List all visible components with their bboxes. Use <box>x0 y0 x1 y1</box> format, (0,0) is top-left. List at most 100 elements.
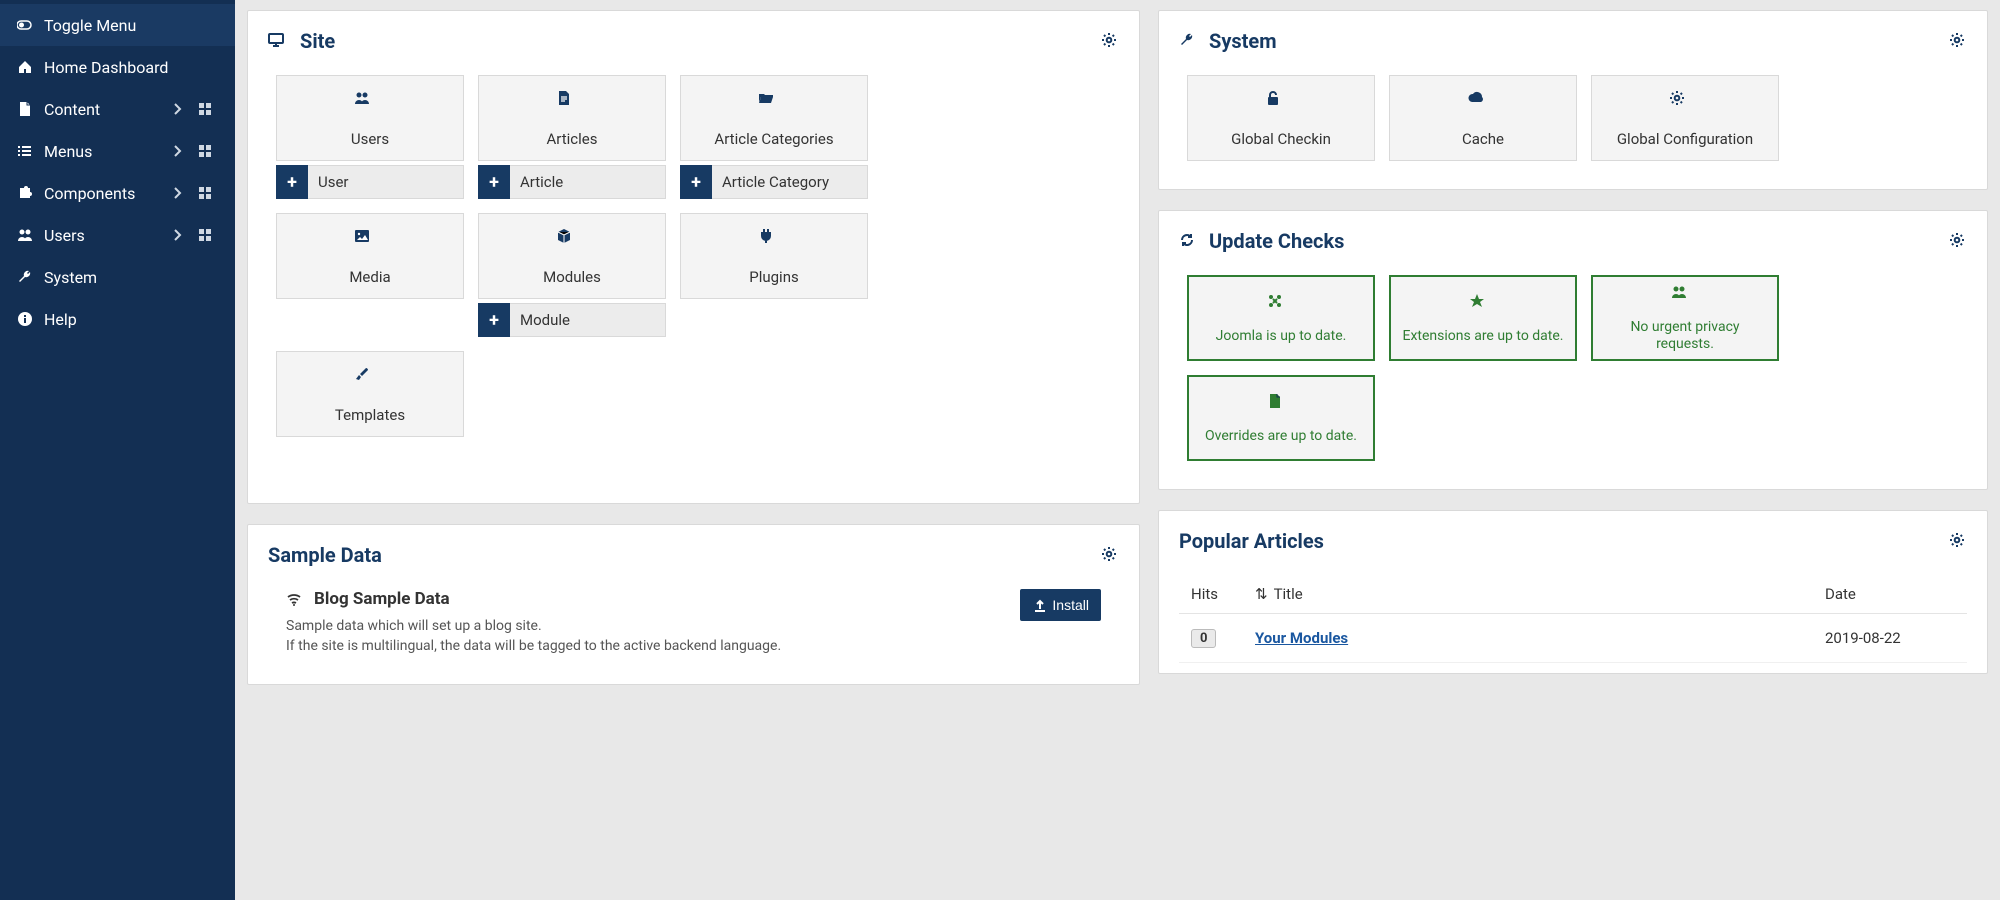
tile-article-categories[interactable]: Article Categories <box>680 75 868 161</box>
star-icon <box>1469 292 1497 322</box>
update-tile-label: Joomla is up to date. <box>1216 328 1347 345</box>
hits-badge: 0 <box>1191 629 1216 648</box>
tile-label: Templates <box>335 406 405 424</box>
add-users-button[interactable]: + User <box>276 165 464 199</box>
add-articles-button[interactable]: + Article <box>478 165 666 199</box>
plus-icon: + <box>478 303 510 337</box>
cube-icon <box>556 226 588 260</box>
tile-label: Media <box>349 268 390 286</box>
sample-install-label: Install <box>1052 597 1089 613</box>
panel-sample-gear[interactable] <box>1101 546 1119 564</box>
update-tile-label: No urgent privacy requests. <box>1603 319 1767 353</box>
tile-global-configuration[interactable]: Global Configuration <box>1591 75 1779 161</box>
add-label: User <box>308 165 464 199</box>
tile-articles[interactable]: Articles <box>478 75 666 161</box>
tile-label: Plugins <box>749 268 798 286</box>
sample-install-button[interactable]: Install <box>1020 589 1101 621</box>
list-icon <box>16 143 34 159</box>
plus-icon: + <box>680 165 712 199</box>
users-icon <box>1671 283 1699 313</box>
dashboard-grid-icon[interactable] <box>191 144 219 158</box>
col-title: ⇅Title <box>1255 585 1805 603</box>
sidebar-item-users[interactable]: Users <box>0 214 235 256</box>
tile-label: Article Categories <box>714 130 833 148</box>
sidebar-item-system[interactable]: System <box>0 256 235 298</box>
add-article-categories-button[interactable]: + Article Category <box>680 165 868 199</box>
puzzle-icon <box>16 185 34 201</box>
sidebar-item-label: Menus <box>44 142 163 161</box>
panel-update-title: Update Checks <box>1209 229 1949 253</box>
add-label: Module <box>510 303 666 337</box>
plus-icon: + <box>478 165 510 199</box>
sidebar-item-label: System <box>44 268 219 287</box>
add-label: Article <box>510 165 666 199</box>
panel-update-checks: Update Checks Joomla is up to date. Exte… <box>1158 210 1988 490</box>
tile-cache[interactable]: Cache <box>1389 75 1577 161</box>
tile-plugins[interactable]: Plugins <box>680 213 868 299</box>
dashboard-grid-icon[interactable] <box>191 186 219 200</box>
update-tile-overrides-are-up-to-date[interactable]: Overrides are up to date. <box>1187 375 1375 461</box>
users-icon <box>354 88 386 122</box>
chevron-right-icon[interactable] <box>163 143 191 159</box>
update-tile-extensions-are-up-to-date[interactable]: Extensions are up to date. <box>1389 275 1577 361</box>
col-date: Date <box>1825 585 1955 603</box>
sidebar-toggle-label: Toggle Menu <box>44 16 219 35</box>
chevron-right-icon[interactable] <box>163 227 191 243</box>
update-tile-joomla-is-up-to-date[interactable]: Joomla is up to date. <box>1187 275 1375 361</box>
sidebar-item-label: Home Dashboard <box>44 58 219 77</box>
sample-item-desc: Sample data which will set up a blog sit… <box>286 617 1004 656</box>
panel-sample-title: Sample Data <box>268 543 1101 567</box>
cloud-icon <box>1467 88 1499 122</box>
tile-label: Cache <box>1462 130 1504 148</box>
sidebar-item-label: Users <box>44 226 163 245</box>
panel-system-title: System <box>1209 29 1949 53</box>
brush-icon <box>354 364 386 398</box>
update-tile-label: Extensions are up to date. <box>1403 328 1564 345</box>
update-tile-no-urgent-privacy-requests[interactable]: No urgent privacy requests. <box>1591 275 1779 361</box>
sidebar: Toggle Menu Home Dashboard Content Menus… <box>0 0 235 900</box>
panel-popular-articles: Popular Articles Hits ⇅Title Date 0 Your… <box>1158 510 1988 674</box>
article-link[interactable]: Your Modules <box>1255 629 1348 647</box>
plus-icon: + <box>276 165 308 199</box>
plug-icon <box>758 226 790 260</box>
sidebar-item-home-dashboard[interactable]: Home Dashboard <box>0 46 235 88</box>
tile-modules[interactable]: Modules <box>478 213 666 299</box>
tile-users[interactable]: Users <box>276 75 464 161</box>
image-icon <box>354 226 386 260</box>
panel-site-gear[interactable] <box>1101 32 1119 50</box>
wifi-icon <box>286 591 304 607</box>
chevron-right-icon[interactable] <box>163 185 191 201</box>
sidebar-item-menus[interactable]: Menus <box>0 130 235 172</box>
file-icon <box>1267 392 1295 422</box>
panel-update-gear[interactable] <box>1949 232 1967 250</box>
chevron-right-icon[interactable] <box>163 101 191 117</box>
popular-table-row: 0 Your Modules 2019-08-22 <box>1179 614 1967 663</box>
col-hits: Hits <box>1191 585 1235 603</box>
panel-sample-data: Sample Data Blog Sample Data Sample data… <box>247 524 1140 685</box>
home-icon <box>16 59 34 75</box>
sidebar-item-components[interactable]: Components <box>0 172 235 214</box>
panel-system-gear[interactable] <box>1949 32 1967 50</box>
add-modules-button[interactable]: + Module <box>478 303 666 337</box>
tile-media[interactable]: Media <box>276 213 464 299</box>
wrench-icon <box>16 269 34 285</box>
panel-popular-gear[interactable] <box>1949 532 1967 550</box>
dashboard-grid-icon[interactable] <box>191 228 219 242</box>
update-tile-label: Overrides are up to date. <box>1205 428 1357 445</box>
tile-templates[interactable]: Templates <box>276 351 464 437</box>
file-lines-icon <box>556 88 588 122</box>
sidebar-toggle-menu[interactable]: Toggle Menu <box>0 4 235 46</box>
tile-label: Users <box>351 130 389 148</box>
upload-icon <box>1032 598 1046 612</box>
tile-label: Modules <box>543 268 601 286</box>
panel-popular-title: Popular Articles <box>1179 529 1949 553</box>
add-label: Article Category <box>712 165 868 199</box>
tile-global-checkin[interactable]: Global Checkin <box>1187 75 1375 161</box>
tile-label: Articles <box>547 130 598 148</box>
sidebar-item-help[interactable]: Help <box>0 298 235 340</box>
sidebar-item-content[interactable]: Content <box>0 88 235 130</box>
panel-site-title: Site <box>300 29 1101 53</box>
wrench-icon <box>1179 32 1197 50</box>
dashboard-grid-icon[interactable] <box>191 102 219 116</box>
sidebar-item-label: Content <box>44 100 163 119</box>
